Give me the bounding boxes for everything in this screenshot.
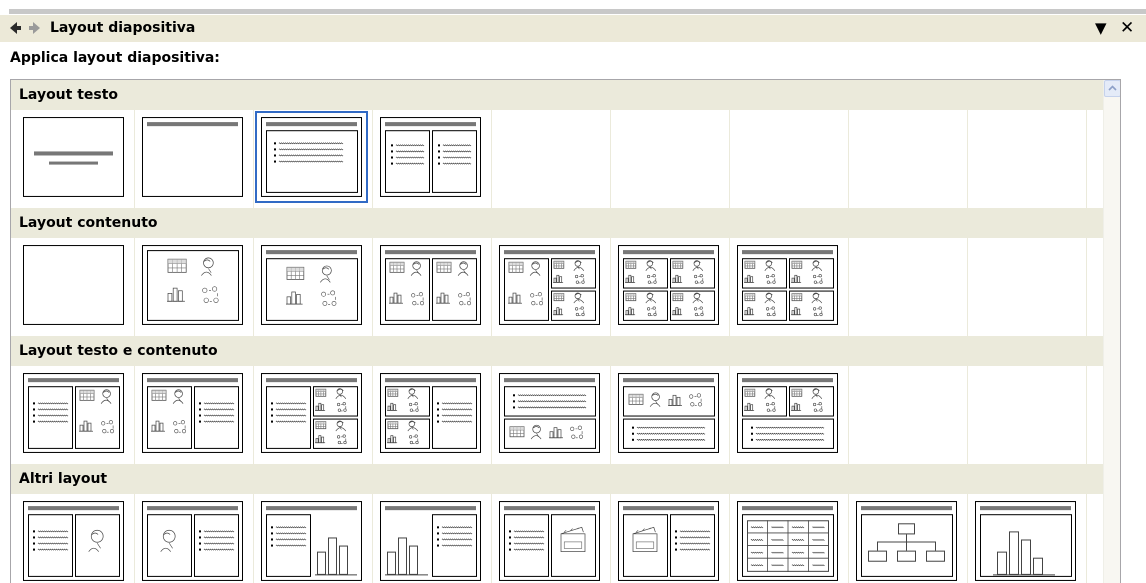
layout-cell xyxy=(611,366,730,464)
layout-thumbnail-2content-top-text-bottom[interactable] xyxy=(732,368,843,458)
layout-cell xyxy=(730,110,849,208)
layout-cell xyxy=(254,238,373,336)
section-header: Layout testo xyxy=(11,80,1103,110)
layout-cell xyxy=(16,238,135,336)
layout-thumbnail-content-left-text-right[interactable] xyxy=(137,368,248,458)
layout-row xyxy=(11,110,1103,208)
task-pane-titlebar: Layout diapositiva ▼ ✕ xyxy=(0,14,1146,42)
layout-cell xyxy=(135,110,254,208)
layout-cell xyxy=(135,494,254,583)
layout-thumbnail-text-left-content-right[interactable] xyxy=(18,368,129,458)
layout-cell xyxy=(849,110,968,208)
layout-cell xyxy=(373,238,492,336)
layout-thumbnail-title-2content[interactable] xyxy=(375,240,486,330)
layout-thumbnail-blank[interactable] xyxy=(18,240,129,330)
section-header: Layout contenuto xyxy=(11,208,1103,238)
layout-cell xyxy=(254,494,373,583)
layout-row xyxy=(11,238,1103,336)
layout-row xyxy=(11,366,1103,464)
top-edge xyxy=(0,0,1146,14)
layout-cell xyxy=(968,238,1087,336)
layout-cell xyxy=(16,366,135,464)
layout-thumbnail-text-left-chart-right[interactable] xyxy=(256,496,367,583)
section-header: Altri layout xyxy=(11,464,1103,494)
layout-thumbnail-content-top-text-bottom[interactable] xyxy=(613,368,724,458)
vertical-scrollbar[interactable] xyxy=(1103,80,1120,583)
layout-cell xyxy=(492,366,611,464)
layout-cell xyxy=(254,110,373,208)
forward-icon[interactable] xyxy=(26,19,44,37)
layout-row xyxy=(11,494,1103,583)
apply-layout-heading: Applica layout diapositiva: xyxy=(10,50,220,66)
layout-cell xyxy=(135,366,254,464)
layout-cell xyxy=(611,238,730,336)
layout-cell xyxy=(492,110,611,208)
layout-thumbnail-title-text[interactable] xyxy=(255,111,368,203)
layout-cell xyxy=(492,238,611,336)
layout-cell xyxy=(968,110,1087,208)
layout-thumbnail-text-left-2content-right[interactable] xyxy=(256,368,367,458)
layout-thumbnail-title-2col-text[interactable] xyxy=(375,112,486,202)
section-header: Layout testo e contenuto xyxy=(11,336,1103,366)
layout-thumbnail-media-left-text-right[interactable] xyxy=(613,496,724,583)
layout-cell xyxy=(373,110,492,208)
pane-menu-dropdown-icon[interactable]: ▼ xyxy=(1095,19,1107,37)
back-icon[interactable] xyxy=(6,19,24,37)
layout-cell xyxy=(16,494,135,583)
layout-cell xyxy=(135,238,254,336)
close-icon[interactable]: ✕ xyxy=(1120,19,1134,37)
layout-cell xyxy=(730,366,849,464)
layout-cell xyxy=(492,494,611,583)
layout-list: Layout testo Layout contenuto Layout tes… xyxy=(11,80,1103,583)
layout-thumbnail-text-top-content-bottom[interactable] xyxy=(494,368,605,458)
layout-thumbnail-chart-left-text-right[interactable] xyxy=(375,496,486,583)
layout-thumbnail-title-diagram[interactable] xyxy=(851,496,962,583)
scroll-up-button[interactable] xyxy=(1104,80,1120,97)
layout-cell xyxy=(730,494,849,583)
layout-cell xyxy=(968,494,1087,583)
layout-cell xyxy=(730,238,849,336)
layout-thumbnail-2content-left-text-right[interactable] xyxy=(375,368,486,458)
layout-thumbnail-content-big[interactable] xyxy=(137,240,248,330)
layout-thumbnail-text-left-clipart-right[interactable] xyxy=(18,496,129,583)
layout-cell xyxy=(611,110,730,208)
layout-thumbnail-title-chart[interactable] xyxy=(970,496,1081,583)
layout-thumbnail-clipart-left-text-right[interactable] xyxy=(137,496,248,583)
layout-thumbnail-title[interactable] xyxy=(18,112,129,202)
layout-thumbnail-title-content[interactable] xyxy=(256,240,367,330)
layout-thumbnail-title-4content-grid[interactable] xyxy=(613,240,724,330)
layout-gallery: Layout testo Layout contenuto Layout tes… xyxy=(10,79,1121,583)
layout-cell xyxy=(968,366,1087,464)
layout-cell xyxy=(849,366,968,464)
pane-title: Layout diapositiva xyxy=(50,20,196,36)
layout-thumbnail-title-4content-grid[interactable] xyxy=(732,240,843,330)
layout-thumbnail-title-table[interactable] xyxy=(732,496,843,583)
layout-thumbnail-text-left-media-right[interactable] xyxy=(494,496,605,583)
layout-thumbnail-title-only[interactable] xyxy=(137,112,248,202)
layout-thumbnail-title-content-4small[interactable] xyxy=(494,240,605,330)
layout-cell xyxy=(373,494,492,583)
layout-cell xyxy=(16,110,135,208)
layout-cell xyxy=(373,366,492,464)
layout-cell xyxy=(849,494,968,583)
layout-cell xyxy=(254,366,373,464)
layout-cell xyxy=(611,494,730,583)
layout-cell xyxy=(849,238,968,336)
